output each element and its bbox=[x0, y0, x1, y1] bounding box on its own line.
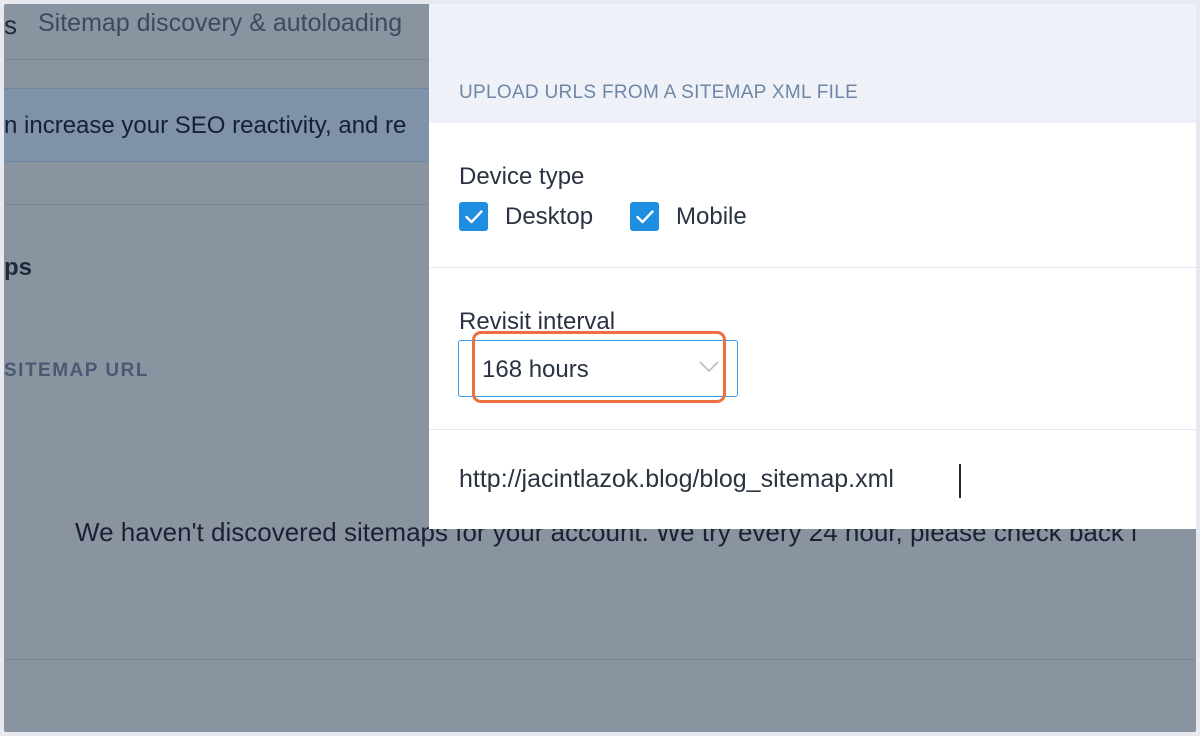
section-title-fragment: ps bbox=[4, 254, 33, 281]
checkmark-icon bbox=[464, 209, 483, 223]
desktop-checkbox[interactable] bbox=[459, 202, 488, 231]
checkmark-icon bbox=[635, 209, 654, 223]
desktop-label: Desktop bbox=[505, 202, 594, 230]
highlight-annotation bbox=[472, 331, 726, 403]
modal-header: UPLOAD URLS FROM A SITEMAP XML FILE bbox=[429, 4, 1196, 123]
modal-title: UPLOAD URLS FROM A SITEMAP XML FILE bbox=[459, 82, 859, 103]
sitemap-url-input[interactable]: http://jacintlazok.blog/blog_sitemap.xml bbox=[459, 465, 894, 494]
column-header-sitemap-url: SITEMAP URL bbox=[4, 360, 149, 381]
device-type-section: Device type Desktop Mobile bbox=[429, 123, 1196, 268]
info-banner-text: n increase your SEO reactivity, and re bbox=[4, 112, 407, 139]
device-type-label: Device type bbox=[459, 163, 585, 190]
page-subtitle: Sitemap discovery & autoloading bbox=[38, 9, 403, 37]
mobile-checkbox[interactable] bbox=[630, 202, 659, 231]
desktop-checkbox-option[interactable]: Desktop bbox=[459, 202, 593, 231]
app-window: s Sitemap discovery & autoloading n incr… bbox=[4, 4, 1196, 732]
text-cursor bbox=[959, 464, 961, 498]
mobile-checkbox-option[interactable]: Mobile bbox=[630, 202, 747, 231]
revisit-interval-section: Revisit interval 168 hours bbox=[429, 268, 1196, 430]
divider bbox=[4, 659, 1196, 660]
mobile-label: Mobile bbox=[676, 202, 747, 230]
upload-sitemap-modal: UPLOAD URLS FROM A SITEMAP XML FILE Devi… bbox=[429, 4, 1196, 529]
page-title-fragment: s bbox=[4, 10, 17, 40]
